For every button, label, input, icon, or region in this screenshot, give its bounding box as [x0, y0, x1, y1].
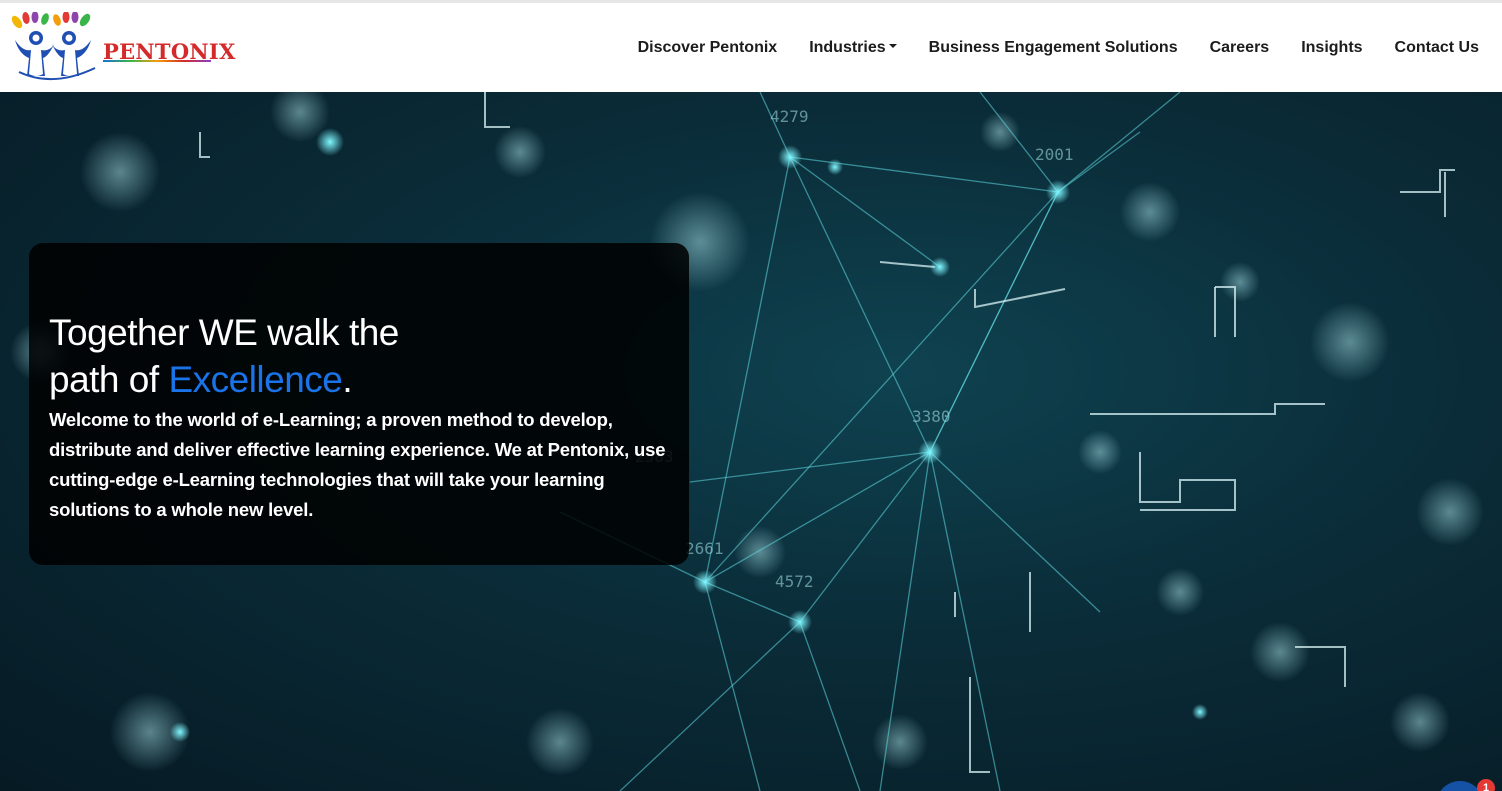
svg-text:3380: 3380 [912, 407, 951, 426]
nav-contact-us[interactable]: Contact Us [1395, 39, 1479, 57]
hero-title-suffix: . [342, 359, 353, 400]
logo-figures-icon [11, 11, 96, 80]
nav-label: Industries [809, 38, 886, 56]
hero-title-line2-prefix: path of [49, 359, 169, 400]
nav-discover-pentonix[interactable]: Discover Pentonix [638, 39, 778, 57]
nav-careers[interactable]: Careers [1210, 39, 1270, 57]
nav-label: Discover Pentonix [637, 38, 778, 56]
hero-title-accent: Excellence [168, 359, 343, 400]
brand-name: PENTONIX [103, 39, 236, 64]
main-nav: Discover Pentonix Industries Business En… [638, 39, 1479, 57]
hero-description: Welcome to the world of e-Learning; a pr… [49, 409, 666, 520]
svg-text:4572: 4572 [775, 572, 814, 591]
nav-industries[interactable]: Industries [809, 38, 897, 57]
nav-label: Contact Us [1394, 38, 1479, 56]
svg-text:2661: 2661 [685, 539, 724, 558]
nav-insights[interactable]: Insights [1301, 39, 1362, 57]
hero-section: 42792001 33802661 45722583 Together WE w… [0, 92, 1502, 791]
hero-title: Together WE walk the path of Excellence. [49, 309, 669, 403]
caret-down-icon [888, 43, 897, 48]
chat-notification-badge: 1 [1477, 779, 1495, 791]
nav-label: Careers [1209, 38, 1270, 56]
hero-title-line1: Together WE walk the [49, 312, 399, 353]
nav-label: Business Engagement Solutions [928, 38, 1178, 56]
svg-text:2001: 2001 [1035, 145, 1074, 164]
brand-logo[interactable]: PENTONIX [9, 3, 236, 92]
svg-text:4279: 4279 [770, 107, 809, 126]
nav-business-engagement-solutions[interactable]: Business Engagement Solutions [929, 39, 1178, 57]
hero-card: Together WE walk the path of Excellence.… [29, 243, 689, 565]
site-header: PENTONIX Discover Pentonix Industries Bu… [0, 3, 1502, 92]
nav-label: Insights [1301, 38, 1363, 56]
